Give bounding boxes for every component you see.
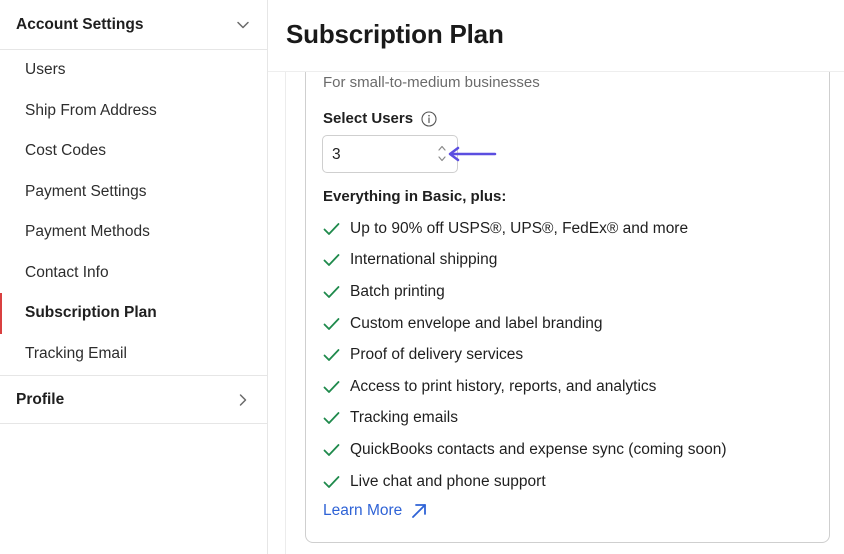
list-item: Custom envelope and label branding	[323, 308, 823, 340]
check-icon	[323, 286, 340, 298]
features-heading: Everything in Basic, plus:	[323, 188, 507, 205]
up-down-arrows-icon[interactable]	[437, 142, 447, 166]
sidebar-item-label: Subscription Plan	[25, 304, 157, 322]
check-icon	[323, 222, 340, 235]
sidebar-item-cost-codes[interactable]: Cost Codes	[0, 131, 267, 172]
sidebar-item-payment-methods[interactable]: Payment Methods	[0, 212, 267, 253]
sidebar-item-label: Cost Codes	[25, 142, 106, 160]
users-quantity-stepper[interactable]: 3	[322, 135, 458, 173]
check-icon	[323, 254, 340, 267]
list-item: Access to print history, reports, and an…	[323, 371, 823, 403]
list-item: Live chat and phone support	[323, 466, 823, 498]
users-quantity-value[interactable]: 3	[332, 146, 341, 164]
sidebar: Account Settings Users Ship From Address…	[0, 0, 268, 554]
chevron-right-icon[interactable]	[235, 392, 251, 408]
sidebar-item-label: Payment Settings	[25, 182, 147, 200]
check-icon	[323, 444, 340, 456]
sidebar-item-users[interactable]: Users	[0, 50, 267, 91]
page-title: Subscription Plan	[286, 19, 504, 49]
list-item: Proof of delivery services	[323, 339, 823, 371]
sidebar-item-label: Ship From Address	[25, 101, 157, 119]
feature-text: International shipping	[350, 251, 498, 269]
sidebar-item-contact-info[interactable]: Contact Info	[0, 253, 267, 294]
check-icon	[323, 317, 340, 330]
feature-list: Up to 90% off USPS®, UPS®, FedEx® and mo…	[323, 213, 823, 497]
check-icon	[323, 380, 340, 393]
check-icon	[323, 475, 340, 488]
list-item: QuickBooks contacts and expense sync (co…	[323, 434, 823, 466]
chevron-down-icon[interactable]	[235, 17, 251, 33]
info-icon[interactable]	[421, 110, 437, 127]
sidebar-item-label: Tracking Email	[25, 344, 127, 362]
feature-text: Proof of delivery services	[350, 346, 524, 364]
list-item: International shipping	[323, 245, 823, 277]
check-icon	[323, 412, 340, 425]
sidebar-item-label: Payment Methods	[25, 223, 150, 241]
left-arrow-icon	[447, 146, 497, 162]
feature-text: Batch printing	[350, 282, 445, 300]
feature-text: Access to print history, reports, and an…	[350, 377, 657, 395]
list-item: Tracking emails	[323, 403, 823, 435]
sidebar-item-subscription-plan[interactable]: Subscription Plan	[0, 293, 267, 334]
feature-text: QuickBooks contacts and expense sync (co…	[350, 440, 727, 458]
content-divider	[285, 72, 286, 554]
account-settings-label: Account Settings	[16, 15, 144, 33]
sidebar-item-payment-settings[interactable]: Payment Settings	[0, 172, 267, 213]
feature-text: Up to 90% off USPS®, UPS®, FedEx® and mo…	[350, 219, 689, 237]
learn-more-label[interactable]: Learn More	[323, 502, 402, 520]
sidebar-item-tracking-email[interactable]: Tracking Email	[0, 334, 267, 375]
list-item: Batch printing	[323, 276, 823, 308]
sidebar-item-label: Contact Info	[25, 263, 109, 281]
sidebar-item-ship-from-address[interactable]: Ship From Address	[0, 91, 267, 132]
profile-label: Profile	[16, 390, 65, 408]
select-users-label: Select Users	[323, 110, 437, 127]
account-settings-header[interactable]: Account Settings	[0, 0, 267, 50]
profile-header[interactable]: Profile	[0, 375, 267, 424]
learn-more-link[interactable]: Learn More	[323, 502, 428, 520]
external-arrow-icon[interactable]	[410, 502, 428, 520]
feature-text: Live chat and phone support	[350, 472, 546, 490]
select-users-text: Select Users	[323, 110, 414, 127]
plan-description: For small-to-medium businesses	[323, 74, 540, 91]
sidebar-item-label: Users	[25, 61, 66, 79]
check-icon	[323, 349, 340, 362]
feature-text: Custom envelope and label branding	[350, 314, 603, 332]
feature-text: Tracking emails	[350, 409, 458, 427]
main-header: Subscription Plan	[268, 0, 844, 72]
list-item: Up to 90% off USPS®, UPS®, FedEx® and mo…	[323, 213, 823, 245]
